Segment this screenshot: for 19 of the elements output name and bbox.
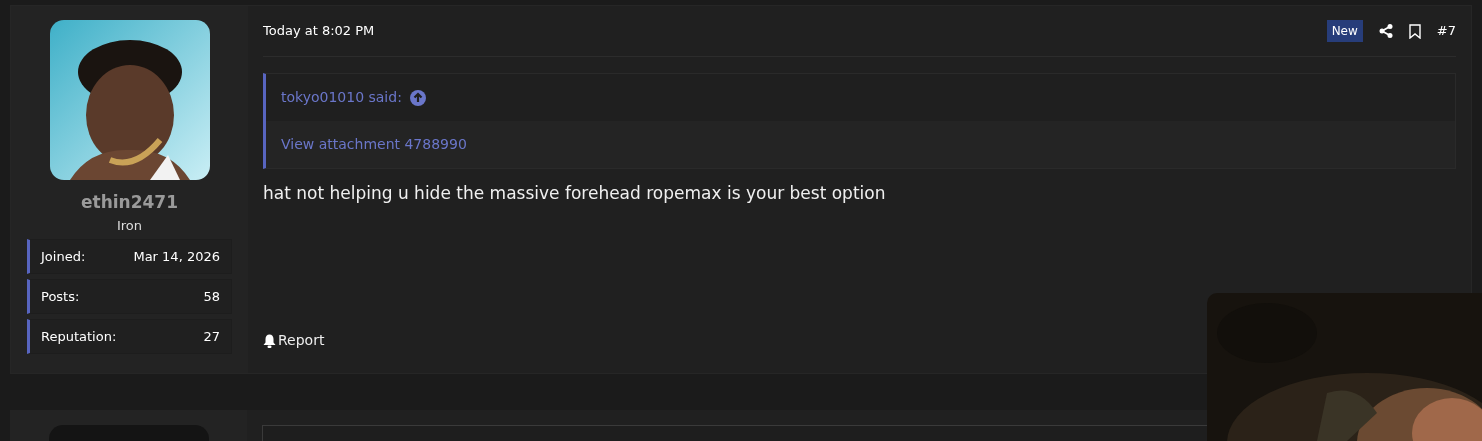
stat-label: Posts: [41,287,80,306]
stat-value: Mar 14, 2026 [133,247,220,266]
username[interactable]: ethin2471 [81,190,178,216]
stat-value: 27 [203,327,220,346]
stat-label: Joined: [41,247,86,266]
report-button[interactable]: Report [263,330,325,351]
attachment-link[interactable]: View attachment 4788990 [281,134,467,155]
share-icon[interactable] [1378,24,1393,38]
stat-label: Reputation: [41,327,117,346]
bookmark-icon[interactable] [1408,23,1421,39]
bell-icon [263,333,276,348]
user-rank: Iron [116,216,143,235]
post-number[interactable]: #7 [1436,21,1456,41]
stat-value: 58 [203,287,220,306]
quote-attribution[interactable]: tokyo01010 said: [281,87,402,108]
new-badge: New [1326,20,1363,42]
arrow-up-icon[interactable] [409,89,426,106]
post-message: hat not helping u hide the massive forehead ropemax is your best option [263,182,887,205]
post-timestamp[interactable]: Today at 8:02 PM [263,21,375,41]
